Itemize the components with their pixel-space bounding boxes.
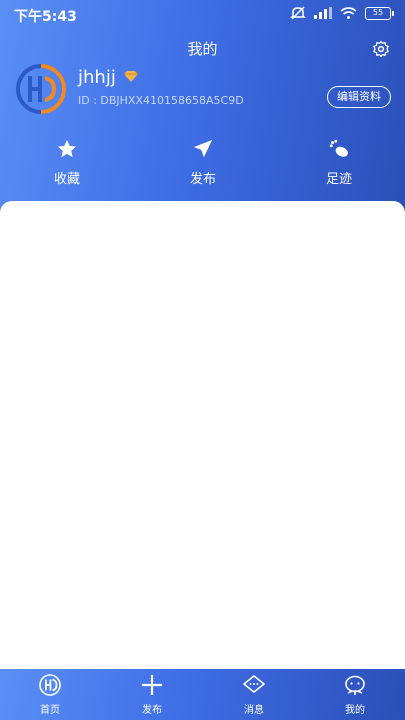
status-bar: 下午5:43 55 [0, 0, 405, 28]
vip-diamond-icon [124, 71, 138, 82]
footprint-icon [329, 139, 348, 157]
page-title: 我的 [187, 40, 218, 58]
message-icon [243, 675, 265, 693]
signal-icon [314, 7, 332, 19]
tab-publish[interactable]: 发布 [112, 673, 192, 716]
profile-icon [345, 675, 365, 695]
quick-actions: 收藏 发布 足迹 [0, 138, 405, 190]
battery-icon: 55 [365, 6, 394, 20]
edit-profile-button[interactable]: 编辑资料 [327, 86, 391, 108]
tab-home-label: 首页 [40, 705, 60, 716]
tab-home[interactable]: 首页 [10, 673, 90, 716]
mute-icon [290, 6, 306, 20]
avatar[interactable] [16, 64, 66, 114]
favorites-action[interactable]: 收藏 [32, 138, 102, 187]
tab-publish-label: 发布 [142, 705, 162, 716]
footprint-action[interactable]: 足迹 [304, 138, 374, 187]
gear-icon[interactable] [372, 40, 390, 58]
tab-profile-label: 我的 [345, 705, 365, 716]
favorites-label: 收藏 [53, 172, 80, 187]
star-icon [57, 139, 77, 158]
tab-bar: 首页 发布 消息 我的 [0, 669, 405, 720]
tab-profile[interactable]: 我的 [315, 673, 395, 716]
tab-messages[interactable]: 消息 [214, 673, 294, 716]
publish-action[interactable]: 发布 [168, 138, 238, 187]
status-icons: 55 [290, 6, 394, 20]
tab-messages-label: 消息 [244, 705, 264, 716]
plus-icon [142, 675, 162, 695]
publish-label: 发布 [189, 172, 216, 187]
home-logo-icon [39, 674, 61, 696]
content-card [0, 201, 405, 669]
user-id: ID : DBJHXX410158658A5C9D [78, 94, 244, 107]
wifi-icon [340, 7, 357, 19]
username: jhhjj [78, 67, 116, 88]
send-icon [193, 139, 213, 158]
profile-header-background [0, 0, 405, 230]
footprint-label: 足迹 [325, 172, 352, 187]
status-time: 下午5:43 [14, 9, 77, 25]
